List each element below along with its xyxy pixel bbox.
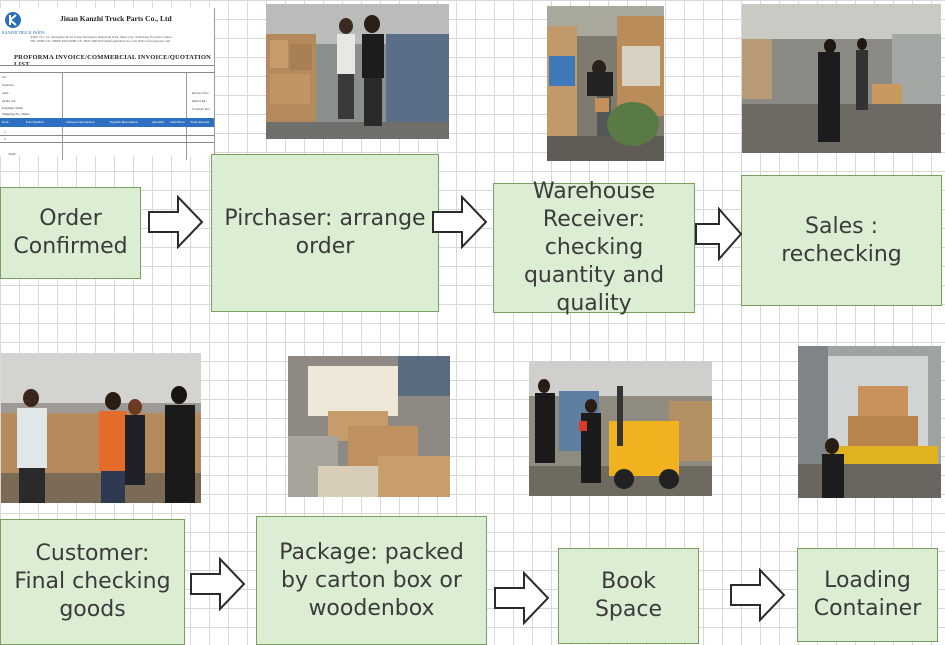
arrow-right-icon <box>148 195 204 249</box>
photo-purchaser-arranging <box>266 4 449 139</box>
table-row: 1 <box>4 130 6 134</box>
table-row: 2 <box>4 137 6 141</box>
label-contract-no: Contract No.: <box>192 107 212 111</box>
photo-forklift-book-space <box>529 361 712 496</box>
arrow-right-icon <box>190 557 246 611</box>
label-payment-term: Payment Term: <box>2 106 24 110</box>
divider <box>0 72 214 73</box>
company-logo-icon <box>5 12 21 28</box>
label-invoice-no: Invoice No.: <box>192 91 210 95</box>
step-warehouse-receiver-checking: Warehouse Receiver: checking quantity an… <box>493 179 695 316</box>
label-date: Date/s Dt.: <box>192 99 208 103</box>
label-order-ref: Order ref: <box>2 99 16 103</box>
label-to: To: <box>2 75 7 79</box>
step-customer-final-checking: Customer: Final checking goods <box>0 519 185 645</box>
label-cust-no: Cust.No. <box>2 83 15 87</box>
photo-package-cartons <box>288 356 450 497</box>
divider <box>186 72 187 160</box>
step-book-space: Book Space <box>558 548 699 644</box>
photo-loading-container <box>798 346 941 498</box>
company-address: ADD: No. 52, Zhonghua Road Gang Zhonghou… <box>30 35 172 43</box>
photo-sales-rechecking <box>742 4 941 153</box>
label-total: Total: <box>8 152 17 156</box>
divider <box>0 135 214 136</box>
divider <box>62 72 63 160</box>
label-add: Add: <box>2 91 9 95</box>
step-loading-container: Loading Container <box>797 548 938 642</box>
arrow-right-icon <box>730 568 786 622</box>
photo-customer-final-checking <box>1 353 201 503</box>
step-sales-rechecking: Sales : rechecking <box>741 175 942 306</box>
step-package-packing: Package: packed by carton box or woodenb… <box>256 516 487 645</box>
label-shipping-mark: Shipping No. Mark: <box>2 112 31 116</box>
proforma-invoice-document: KANZHI TRUCK PARTS Jinan Kanzhi Truck Pa… <box>0 8 215 160</box>
arrow-right-icon <box>695 207 743 261</box>
step-order-confirmed: Order Confirmed <box>0 187 141 279</box>
divider <box>0 142 214 143</box>
arrow-right-icon <box>432 195 488 249</box>
arrow-right-icon <box>494 571 550 625</box>
photo-warehouse-receiver <box>547 6 664 161</box>
step-purchaser-arrange-order: Pirchaser: arrange order <box>211 154 439 312</box>
company-name: Jinan Kanzhi Truck Parts Co., Ltd <box>60 14 172 23</box>
divider <box>0 65 214 66</box>
invoice-table-header: Item Part Number Chinese Description Eng… <box>0 118 214 127</box>
